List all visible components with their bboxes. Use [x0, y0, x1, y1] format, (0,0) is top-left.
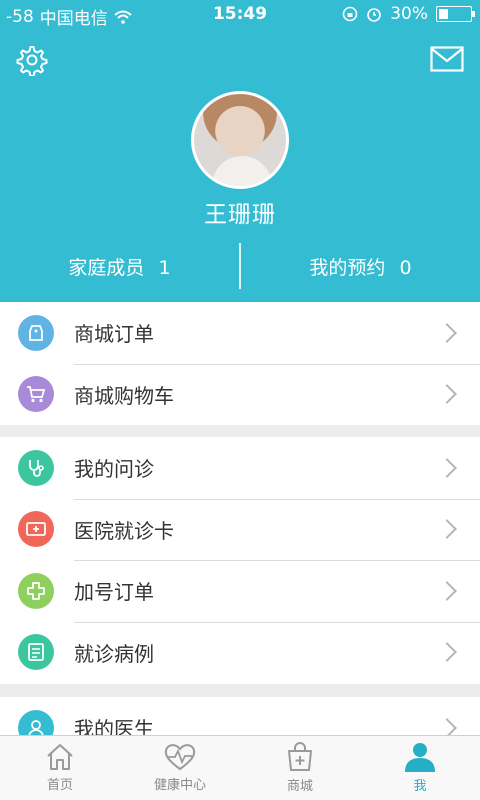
alarm-icon [367, 8, 382, 22]
appointments-stat[interactable]: 我的预约 0 [241, 253, 480, 280]
profile-stats: 家庭成员 1 我的预约 0 [0, 242, 480, 290]
tag-icon [18, 314, 54, 351]
bottom-tab-bar: 首页 健康中心 商城 我 [0, 735, 480, 800]
chevron-right-icon [437, 519, 457, 540]
stethoscope-icon [18, 449, 54, 486]
menu-group-doctor: 我的医生 [0, 697, 480, 737]
menu-item-label: 我的医生 [74, 717, 154, 737]
appointments-label: 我的预约 [309, 256, 386, 279]
menu-item-my-consultations[interactable]: 我的问诊 [0, 437, 480, 499]
cart-icon [18, 376, 54, 413]
medical-card-icon [18, 511, 54, 548]
tab-home[interactable]: 首页 [0, 736, 120, 800]
tab-label: 商城 [286, 779, 313, 794]
menu-item-label: 商城订单 [74, 322, 154, 347]
tab-label: 首页 [46, 778, 73, 793]
mail-icon [430, 46, 464, 72]
menu-item-my-doctor[interactable]: 我的医生 [0, 697, 480, 737]
menu-item-label: 商城购物车 [74, 383, 174, 408]
chevron-right-icon [437, 580, 457, 601]
battery-percent: 30% [390, 4, 428, 24]
menu-group-medical: 我的问诊 医院就诊卡 加号订单 就诊病例 [0, 437, 480, 684]
family-members-stat[interactable]: 家庭成员 1 [0, 253, 239, 280]
user-name: 王珊珊 [204, 202, 276, 228]
menu-item-hospital-card[interactable]: 医院就诊卡 [0, 498, 480, 561]
appointments-count: 0 [399, 256, 412, 279]
tab-label: 健康中心 [153, 778, 206, 793]
menu-item-label: 就诊病例 [74, 641, 154, 666]
profile-header: -58 中国电信 15:49 30% 王珊珊 家庭成员 1 我的预约 0 [0, 0, 480, 302]
family-members-count: 1 [158, 256, 171, 279]
tab-me[interactable]: 我 [360, 736, 480, 800]
status-right: 30% [342, 4, 475, 24]
home-icon [47, 744, 73, 770]
menu-item-label: 医院就诊卡 [74, 518, 174, 543]
tab-mall[interactable]: 商城 [240, 736, 360, 800]
tab-health-center[interactable]: 健康中心 [120, 736, 240, 800]
chevron-right-icon [437, 322, 457, 343]
settings-button[interactable] [16, 44, 48, 77]
status-bar: -58 中国电信 15:49 30% [0, 0, 480, 30]
user-icon [405, 743, 435, 772]
message-button[interactable] [430, 46, 464, 72]
family-members-label: 家庭成员 [68, 256, 145, 279]
avatar[interactable] [191, 91, 289, 189]
menu-item-shop-orders[interactable]: 商城订单 [0, 302, 480, 364]
menu-item-medical-records[interactable]: 就诊病例 [0, 621, 480, 684]
chevron-right-icon [437, 384, 457, 405]
chevron-right-icon [437, 642, 457, 663]
menu-item-label: 我的问诊 [74, 457, 154, 482]
menu-group-shop: 商城订单 商城购物车 [0, 302, 480, 425]
battery-icon [436, 6, 475, 22]
gear-icon [16, 46, 48, 77]
doctor-icon [18, 709, 54, 737]
plus-cross-icon [18, 572, 54, 609]
menu-item-label: 加号订单 [74, 580, 154, 605]
rotation-lock-icon [342, 6, 358, 22]
menu-item-registration-orders[interactable]: 加号订单 [0, 560, 480, 622]
menu-item-shopping-cart[interactable]: 商城购物车 [0, 363, 480, 426]
shopping-bag-icon [288, 742, 312, 771]
heart-pulse-icon [164, 744, 196, 771]
chevron-right-icon [437, 457, 457, 478]
tab-label: 我 [413, 779, 427, 794]
medical-record-icon [18, 634, 54, 671]
